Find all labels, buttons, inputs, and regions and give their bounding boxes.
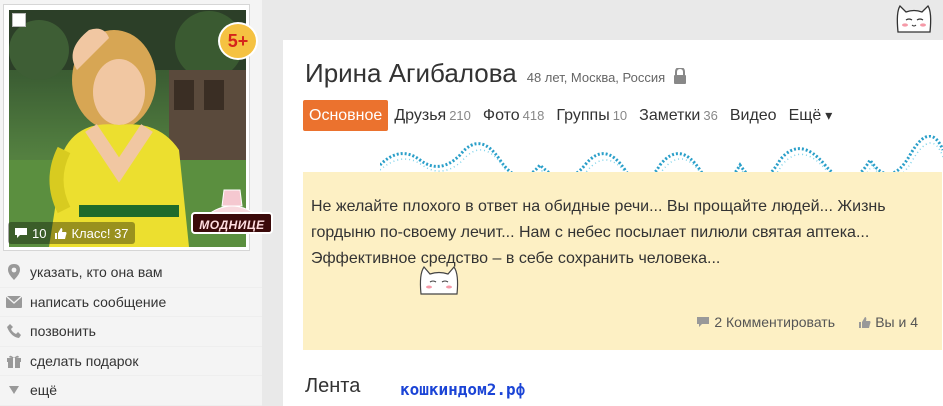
feed-title: Лента bbox=[305, 375, 361, 397]
tab-label: Группы bbox=[556, 107, 610, 124]
thumbs-up-icon bbox=[859, 316, 871, 328]
location-pin-icon bbox=[6, 264, 22, 281]
tab-more[interactable]: Ещё bbox=[783, 100, 839, 131]
profile-actions: указать, кто она вам написать сообщение … bbox=[0, 258, 262, 406]
envelope-icon bbox=[6, 294, 22, 310]
gift-icon bbox=[6, 353, 22, 369]
tab-photos[interactable]: Фото 418 bbox=[477, 100, 550, 131]
action-send-gift[interactable]: сделать подарок bbox=[0, 347, 262, 376]
site-watermark: кошкиндом2.рф bbox=[400, 380, 526, 399]
tab-groups[interactable]: Группы 10 bbox=[550, 100, 633, 131]
age-rating-badge: 5+ bbox=[218, 22, 258, 60]
action-more[interactable]: ещё bbox=[0, 376, 262, 406]
profile-meta: 48 лет, Москва, Россия bbox=[527, 68, 687, 85]
status-text-content: Не желайте плохого в ответ на обидные ре… bbox=[311, 198, 886, 267]
action-label: написать сообщение bbox=[30, 293, 167, 310]
profile-name: Ирина Агибалова bbox=[305, 58, 517, 88]
class-link-label: Вы и 4 bbox=[875, 314, 918, 330]
action-label: позвонить bbox=[30, 323, 96, 340]
action-write-message[interactable]: написать сообщение bbox=[0, 288, 262, 317]
profile-header: Ирина Агибалова 48 лет, Москва, Россия bbox=[305, 58, 687, 89]
tab-label: Видео bbox=[729, 107, 777, 124]
modnitse-sticker-label: МОДНИЦЕ bbox=[191, 212, 273, 234]
left-column: 5+ МОДНИЦЕ 10 Класс! 37 указать, кто она… bbox=[0, 0, 273, 406]
action-label: указать, кто она вам bbox=[30, 264, 163, 281]
thumbs-up-icon bbox=[55, 227, 67, 239]
kitten-emoticon-icon bbox=[419, 266, 459, 295]
comment-bubble-icon bbox=[15, 228, 27, 238]
tab-count: 210 bbox=[449, 108, 471, 123]
profile-tabs: Основное Друзья 210 Фото 418 Группы 10 Заме… bbox=[303, 100, 838, 131]
tab-notes[interactable]: Заметки 36 bbox=[633, 100, 724, 131]
comment-bubble-icon bbox=[697, 317, 710, 327]
tab-count: 36 bbox=[703, 108, 718, 123]
select-checkbox[interactable] bbox=[12, 13, 26, 27]
comment-link[interactable]: 2 Комментировать bbox=[696, 314, 835, 330]
avatar-stats: 10 Класс! 37 bbox=[8, 222, 135, 244]
tab-video[interactable]: Видео bbox=[724, 100, 783, 131]
profile-meta-text: 48 лет, Москва, Россия bbox=[526, 70, 666, 85]
status-text[interactable]: Не желайте плохого в ответ на обидные ре… bbox=[311, 194, 926, 272]
tab-main[interactable]: Основное bbox=[303, 100, 389, 131]
tab-label: Ещё bbox=[788, 107, 822, 124]
lock-icon bbox=[673, 68, 686, 84]
class-link[interactable]: Вы и 4 bbox=[858, 314, 918, 330]
tab-count: 418 bbox=[522, 108, 545, 123]
phone-icon bbox=[6, 323, 22, 339]
action-call[interactable]: позвонить bbox=[0, 317, 262, 347]
tab-label: Друзья bbox=[394, 107, 447, 124]
status-note: Не желайте плохого в ответ на обидные ре… bbox=[303, 172, 942, 350]
tab-friends[interactable]: Друзья 210 bbox=[388, 100, 477, 131]
tab-label: Фото bbox=[482, 107, 520, 124]
tab-count: 10 bbox=[612, 108, 628, 123]
comment-link-label: 2 Комментировать bbox=[714, 314, 835, 330]
status-footer: 2 Комментировать Вы и 4 bbox=[303, 314, 942, 334]
avatar-comments[interactable]: 10 bbox=[14, 226, 46, 241]
avatar-comments-count: 10 bbox=[32, 225, 47, 241]
tab-label: Заметки bbox=[639, 107, 701, 124]
tab-label: Основное bbox=[309, 107, 383, 124]
action-label: ещё bbox=[30, 382, 58, 399]
action-label: сделать подарок bbox=[30, 352, 139, 369]
kitten-sticker-icon bbox=[896, 4, 932, 33]
avatar-class[interactable]: Класс! 37 bbox=[54, 225, 129, 241]
triangle-down-icon bbox=[6, 382, 22, 398]
avatar-class-label: Класс! 37 bbox=[71, 225, 129, 241]
action-set-relation[interactable]: указать, кто она вам bbox=[0, 258, 262, 288]
